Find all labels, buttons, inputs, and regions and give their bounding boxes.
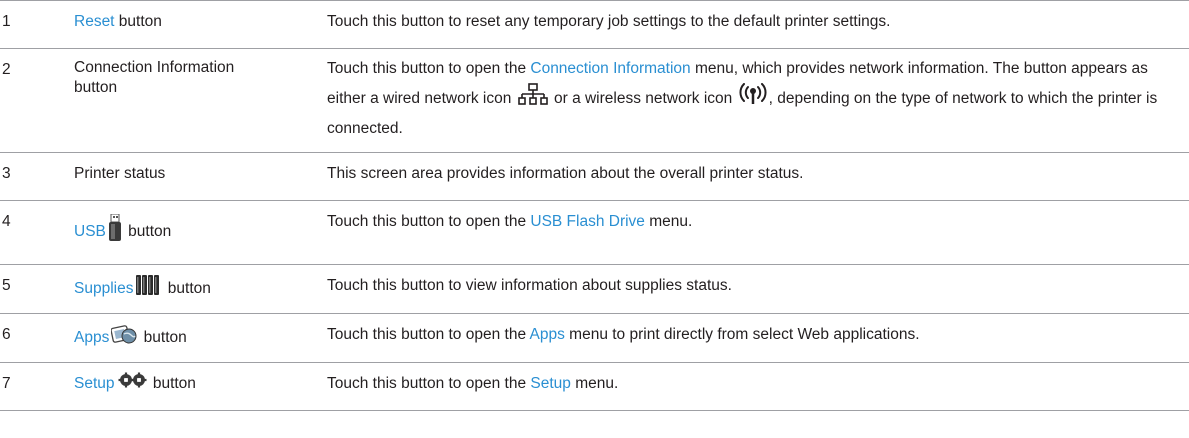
item-name: USB button bbox=[74, 201, 327, 265]
item-suffix: button bbox=[163, 280, 211, 298]
item-suffix: button bbox=[123, 223, 172, 241]
item-description: This screen area provides information ab… bbox=[327, 165, 804, 182]
item-name: Reset button bbox=[74, 1, 327, 49]
wired-network-icon bbox=[517, 83, 548, 115]
apps-menu-link[interactable]: Apps bbox=[530, 326, 565, 343]
item-description: Touch this button to open the USB Flash … bbox=[327, 201, 1189, 265]
desc-text: Touch this button to open the bbox=[327, 326, 530, 343]
item-label: Connection Information button bbox=[74, 59, 235, 96]
row-number: 2 bbox=[2, 61, 11, 78]
item-name: Connection Information button bbox=[74, 49, 327, 153]
setup-gears-icon bbox=[117, 372, 147, 396]
item-name: Setup button bbox=[74, 363, 327, 411]
table-row: 3 Printer status This screen area provid… bbox=[0, 153, 1189, 201]
item-description: Touch this button to open the Connection… bbox=[327, 49, 1189, 153]
row-number: 1 bbox=[2, 13, 11, 30]
setup-link[interactable]: Setup bbox=[74, 375, 115, 392]
table-row: 6 Apps button Touch this button to open … bbox=[0, 314, 1189, 363]
wireless-network-icon bbox=[739, 83, 767, 115]
table-row: 4 USB button Touch this button to open t… bbox=[0, 201, 1189, 265]
item-suffix: button bbox=[139, 329, 187, 347]
usb-flash-drive-link[interactable]: USB Flash Drive bbox=[530, 213, 645, 230]
reset-link[interactable]: Reset bbox=[74, 13, 115, 30]
row-number: 7 bbox=[2, 375, 11, 392]
item-description: Touch this button to open the Apps menu … bbox=[327, 314, 1189, 363]
apps-icon bbox=[110, 323, 137, 353]
apps-link[interactable]: Apps bbox=[74, 329, 109, 346]
item-name: Supplies button bbox=[74, 265, 327, 314]
desc-text: menu. bbox=[570, 375, 619, 392]
row-number: 5 bbox=[2, 277, 11, 294]
desc-text: menu. bbox=[644, 213, 693, 230]
row-number: 3 bbox=[2, 165, 11, 182]
usb-link[interactable]: USB bbox=[74, 223, 106, 240]
item-description: Touch this button to open the Setup menu… bbox=[327, 363, 1189, 411]
row-number: 4 bbox=[2, 213, 11, 230]
desc-text: menu to print directly from select Web a… bbox=[564, 326, 920, 343]
item-description: Touch this button to view information ab… bbox=[327, 277, 732, 294]
supplies-link[interactable]: Supplies bbox=[74, 280, 133, 297]
desc-text: Touch this button to open the bbox=[327, 213, 531, 230]
item-name: Apps button bbox=[74, 314, 327, 363]
setup-menu-link[interactable]: Setup bbox=[530, 375, 571, 392]
table-row: 2 Connection Information button Touch th… bbox=[0, 49, 1189, 153]
desc-text: Touch this button to open the bbox=[327, 375, 531, 392]
item-description: Touch this button to reset any temporary… bbox=[327, 13, 891, 30]
connection-information-link[interactable]: Connection Information bbox=[530, 60, 690, 77]
item-name: Printer status bbox=[74, 165, 166, 182]
usb-drive-icon bbox=[108, 213, 122, 250]
table-row: 7 Setup button Touch this button to open… bbox=[0, 363, 1189, 411]
table-row: 1 Reset button Touch this button to rese… bbox=[0, 0, 1189, 49]
desc-text: or a wireless network icon bbox=[549, 90, 737, 108]
row-number: 6 bbox=[2, 326, 11, 343]
table-row: 5 Supplies button Touch this button to v… bbox=[0, 265, 1189, 314]
control-panel-buttons-table: 1 Reset button Touch this button to rese… bbox=[0, 0, 1189, 411]
supplies-icon bbox=[135, 274, 161, 304]
item-suffix: button bbox=[114, 13, 162, 30]
item-suffix: button bbox=[148, 375, 196, 393]
desc-text: Touch this button to open the bbox=[327, 60, 531, 77]
